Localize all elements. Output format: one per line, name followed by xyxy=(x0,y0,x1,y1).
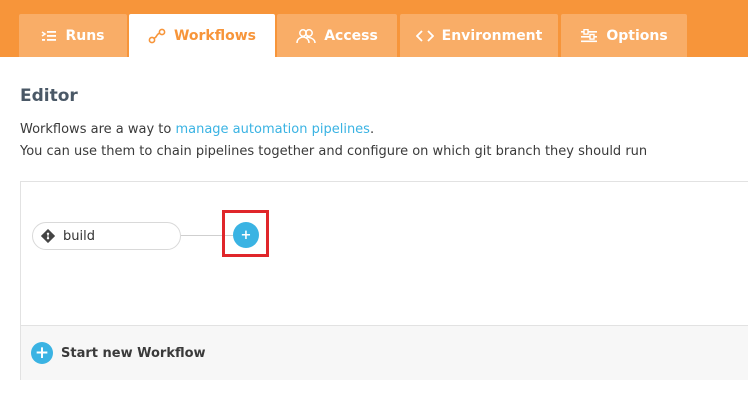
code-icon xyxy=(415,29,434,42)
description-line-2: You can use them to chain pipelines toge… xyxy=(20,144,648,159)
tab-options-label: Options xyxy=(606,27,668,44)
users-icon xyxy=(296,28,316,44)
description-suffix: . xyxy=(369,122,375,137)
workflow-editor: build + + Start new Workflow xyxy=(20,181,748,380)
workflow-canvas: build + xyxy=(21,182,748,325)
tab-access-label: Access xyxy=(324,27,378,44)
tab-environment[interactable]: Environment xyxy=(400,14,558,57)
workflow-node-label: build xyxy=(63,228,95,244)
workflow-icon xyxy=(148,28,166,44)
plus-icon: + xyxy=(31,342,53,364)
tab-access[interactable]: Access xyxy=(277,14,397,57)
page-title: Editor xyxy=(20,86,78,106)
tab-workflows-label: Workflows xyxy=(173,27,257,44)
git-icon xyxy=(41,229,55,243)
tab-environment-label: Environment xyxy=(441,27,543,44)
start-new-workflow-button[interactable]: + Start new Workflow xyxy=(31,342,206,364)
start-new-workflow-label: Start new Workflow xyxy=(61,345,206,361)
description-prefix: Workflows are a way to xyxy=(20,122,176,137)
tab-workflows[interactable]: Workflows xyxy=(129,14,275,57)
tab-runs-label: Runs xyxy=(65,27,105,44)
tab-runs[interactable]: Runs xyxy=(19,14,127,57)
manage-pipelines-link[interactable]: manage automation pipelines xyxy=(175,122,370,137)
tab-options[interactable]: Options xyxy=(561,14,687,57)
add-next-workflow-button[interactable]: + xyxy=(233,222,259,248)
top-navigation: Runs Workflows Access Environment Option… xyxy=(0,0,748,57)
editor-description: Workflows are a way to manage automation… xyxy=(20,119,740,163)
workflow-node-build[interactable]: build xyxy=(32,222,181,250)
list-icon xyxy=(41,30,57,42)
sliders-icon xyxy=(580,28,598,43)
description-line-1: Workflows are a way to manage automation… xyxy=(20,119,740,141)
editor-footer: + Start new Workflow xyxy=(21,325,748,380)
